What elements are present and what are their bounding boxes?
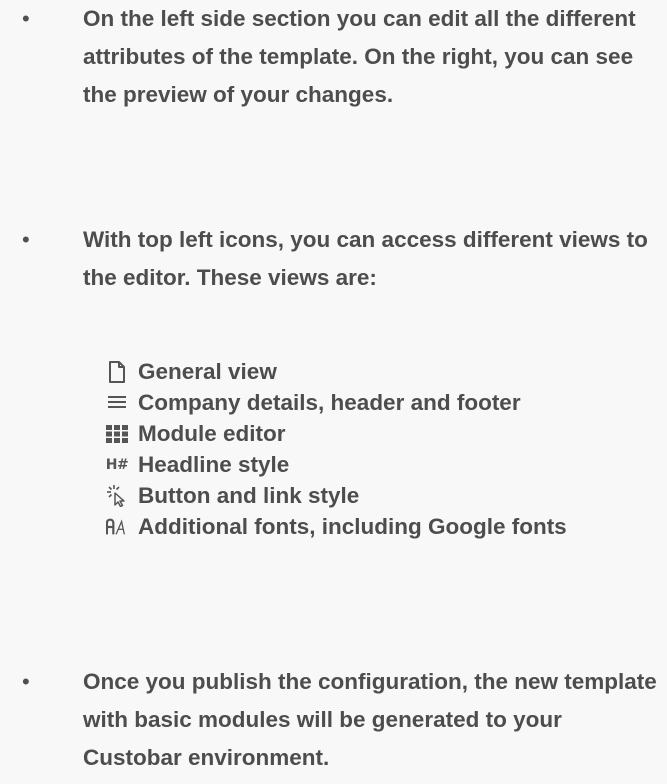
bullet-marker: • [22, 669, 30, 694]
bullet-marker: • [22, 227, 30, 252]
lines-icon [106, 391, 128, 415]
document-icon [106, 360, 128, 384]
fonts-icon [106, 515, 128, 539]
view-label: General view [138, 358, 277, 384]
view-label: Button and link style [138, 482, 360, 508]
view-label: Company details, header and footer [138, 389, 521, 415]
view-item-headline-style: H# Headline style [106, 449, 567, 480]
view-label: Module editor [138, 420, 286, 446]
view-item-module-editor: Module editor [106, 418, 567, 449]
cursor-click-icon [106, 484, 128, 508]
view-label: Headline style [138, 451, 290, 477]
headline-icon: H# [105, 456, 129, 473]
view-item-general: General view [106, 356, 567, 387]
view-item-button-link-style: Button and link style [106, 480, 567, 511]
bullet-text: With top left icons, you can access diff… [83, 227, 648, 290]
instructions-page: • On the left side section you can edit … [0, 0, 667, 784]
grid-icon [106, 422, 128, 446]
view-item-additional-fonts: Additional fonts, including Google fonts [106, 511, 567, 542]
view-item-company-details: Company details, header and footer [106, 387, 567, 418]
bullet-text: On the left side section you can edit al… [83, 6, 636, 107]
bullet-text: Once you publish the configuration, the … [83, 669, 657, 770]
view-label: Additional fonts, including Google fonts [138, 513, 567, 539]
editor-views-list: General view Company details, header and… [106, 356, 567, 542]
bullet-marker: • [22, 6, 30, 31]
